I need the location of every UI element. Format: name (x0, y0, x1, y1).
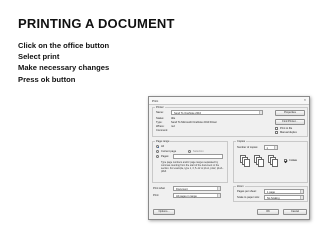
printer-comment-label: Comment: (156, 129, 168, 132)
pages-label: Pages: (161, 155, 170, 158)
manual-duplex-checkbox[interactable] (275, 131, 278, 134)
chevron-down-icon (259, 111, 262, 114)
page-range-group-label: Page range (155, 140, 171, 143)
collate-checkbox[interactable] (284, 159, 287, 162)
current-page-radio[interactable] (156, 150, 159, 153)
selection-radio[interactable] (188, 150, 191, 153)
copies-group-label: Copies (236, 140, 247, 143)
scale-value: No Scaling (267, 196, 280, 200)
printer-where-label: Where: (156, 125, 165, 128)
collate-label: Collate (289, 159, 298, 162)
properties-button[interactable]: Properties (275, 110, 305, 116)
print-select[interactable]: All pages in range (173, 193, 221, 198)
printer-group-label: Printer (155, 106, 165, 109)
slide-title: PRINTING A DOCUMENT (18, 16, 175, 31)
zoom-group-label: Zoom (236, 185, 245, 188)
printer-status-value: Idle (171, 117, 176, 120)
spin-arrows-icon (274, 146, 277, 149)
all-pages-radio[interactable] (156, 145, 159, 148)
print-what-value: Document (176, 187, 188, 191)
step-1: Click on the office button (18, 41, 110, 50)
number-of-copies-label: Number of copies: (237, 146, 259, 149)
dialog-title: Print (152, 98, 159, 103)
copies-stepper[interactable]: 1 (264, 145, 278, 150)
pages-radio[interactable] (156, 155, 159, 158)
print-to-file-label: Print to file (280, 127, 293, 130)
print-dialog: Print × Printer Name: Send To OneNote 20… (148, 96, 310, 220)
printer-group: Printer Name: Send To OneNote 2010 Prope… (152, 106, 308, 137)
copies-group: Copies Number of copies: 1 Collate (233, 140, 308, 183)
copies-value: 1 (266, 146, 268, 150)
printer-name-select[interactable]: Send To OneNote 2010 (171, 110, 263, 115)
find-printer-button[interactable]: Find Printer... (275, 119, 305, 125)
print-what-label: Print what: (153, 187, 166, 190)
step-3: Make necessary changes (18, 63, 110, 73)
options-button[interactable]: Options... (153, 209, 175, 215)
print-to-file-checkbox[interactable] (275, 127, 278, 130)
scale-label: Scale to paper size: (237, 196, 260, 199)
current-page-label: Current page (161, 150, 177, 153)
printer-name-value: Send To OneNote 2010 (174, 111, 202, 115)
page-range-group: Page range All Current page Selection Pa… (152, 140, 228, 183)
chevron-down-icon (300, 196, 303, 199)
steps-list: Click on the office button Select print … (18, 40, 109, 85)
printer-name-label: Name: (156, 111, 164, 114)
printer-status-label: Status: (156, 117, 165, 120)
print-label: Print: (153, 194, 160, 197)
step-2: Select print (18, 52, 60, 62)
printer-where-value: nul: (171, 125, 176, 128)
ok-button[interactable]: OK (257, 209, 279, 215)
step-4: Press ok button (18, 74, 76, 84)
printer-type-label: Type: (156, 121, 163, 124)
chevron-down-icon (300, 190, 303, 193)
chevron-down-icon (217, 187, 220, 190)
print-value: All pages in range (176, 194, 197, 198)
dialog-titlebar: Print × (149, 97, 309, 105)
pages-per-sheet-label: Pages per sheet: (237, 190, 257, 193)
pages-per-sheet-value: 1 page (267, 190, 275, 194)
printer-type-value: Send To Microsoft OneNote 2010 Driver (171, 121, 217, 124)
close-icon[interactable]: × (304, 98, 306, 102)
pages-per-sheet-select[interactable]: 1 page (264, 189, 304, 194)
chevron-down-icon (217, 194, 220, 197)
manual-duplex-label: Manual duplex (280, 131, 297, 134)
zoom-group: Zoom Pages per sheet: 1 page Scale to pa… (233, 185, 308, 202)
all-pages-label: All (161, 145, 164, 148)
cancel-button[interactable]: Cancel (283, 209, 307, 215)
scale-select[interactable]: No Scaling (264, 195, 304, 200)
page-range-hint: Type page numbers and/or page ranges sep… (161, 161, 224, 174)
pages-input[interactable] (173, 154, 223, 159)
print-what-select[interactable]: Document (173, 186, 221, 191)
selection-label: Selection (193, 150, 204, 153)
